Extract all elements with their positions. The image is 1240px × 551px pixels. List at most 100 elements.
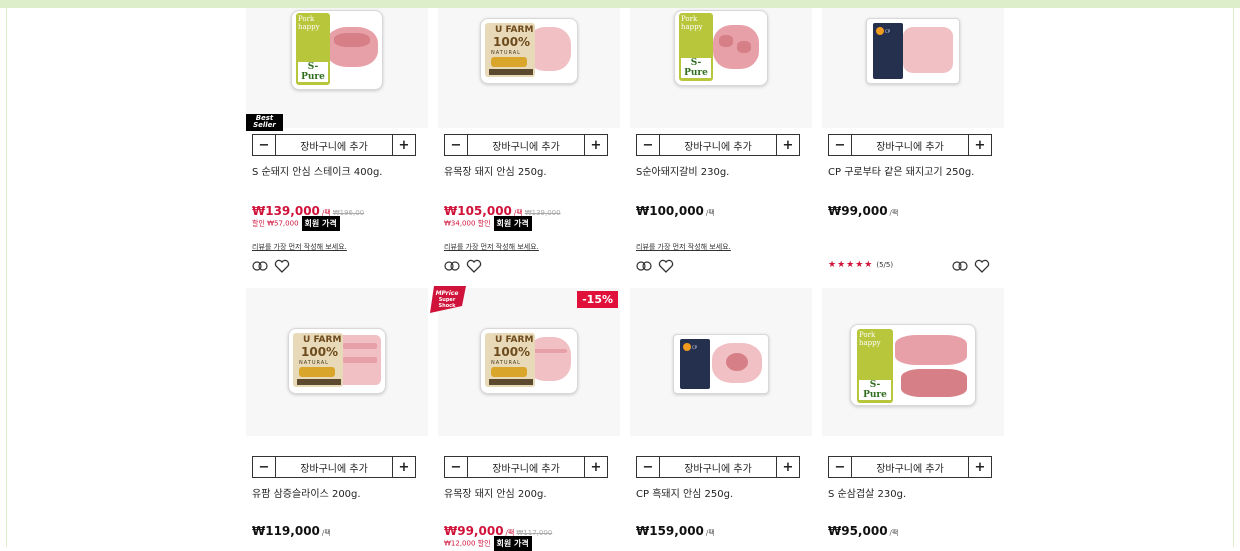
- product-image[interactable]: Pork happy S-Pure: [246, 8, 428, 128]
- quantity-minus-button[interactable]: −: [445, 135, 468, 155]
- mprice-super-shock-badge: MPrice Super Shock: [430, 286, 466, 313]
- add-to-cart-button[interactable]: 장바구니에 추가: [468, 135, 584, 155]
- quantity-plus-button[interactable]: +: [584, 135, 607, 155]
- product-name[interactable]: 유팜 삼증슬라이스 200g.: [252, 488, 422, 501]
- quantity-minus-button[interactable]: −: [253, 457, 276, 477]
- product-price: ₩159,000/팩: [636, 520, 715, 539]
- add-to-cart-button[interactable]: 장바구니에 추가: [276, 457, 392, 477]
- product-name[interactable]: 유목장 돼지 안심 250g.: [444, 166, 614, 179]
- price-value: ₩119,000: [252, 524, 320, 538]
- review-prompt-link[interactable]: 리뷰를 가장 먼저 작성해 보세요.: [444, 242, 539, 252]
- compare-icon[interactable]: [952, 259, 968, 273]
- product-price: ₩99,000/팩: [828, 200, 898, 219]
- product-price: ₩119,000/팩: [252, 520, 331, 539]
- member-price-badge: 회원 가격: [493, 536, 532, 551]
- heart-icon[interactable]: [974, 259, 990, 273]
- quantity-minus-button[interactable]: −: [637, 135, 660, 155]
- price-value: ₩99,000: [828, 204, 888, 218]
- package-brand-text: S-Pure: [298, 62, 328, 82]
- product-name[interactable]: 유목장 돼지 안심 200g.: [444, 488, 614, 501]
- review-prompt-link[interactable]: 리뷰를 가장 먼저 작성해 보세요.: [252, 242, 347, 252]
- add-to-cart-control[interactable]: − 장바구니에 추가 +: [828, 456, 992, 478]
- product-card[interactable]: Pork happy S-Pure Best Seller − 장바구니에 추가…: [246, 8, 428, 283]
- card-actions: [444, 258, 482, 274]
- package-label-text: NATURAL: [299, 360, 329, 366]
- price-unit: /팩: [705, 529, 715, 537]
- product-image[interactable]: Pork happy S-Pure: [822, 288, 1004, 436]
- heart-icon[interactable]: [658, 259, 674, 273]
- add-to-cart-button[interactable]: 장바구니에 추가: [852, 135, 968, 155]
- review-prompt-link[interactable]: 리뷰를 가장 먼저 작성해 보세요.: [636, 242, 731, 252]
- price-unit: /팩: [889, 529, 899, 537]
- product-name[interactable]: S 순삼겹살 230g.: [828, 488, 998, 501]
- product-card[interactable]: CP − 장바구니에 추가 + CP 구로부타 같은 돼지고기 250g. ₩9…: [822, 8, 1004, 283]
- product-image[interactable]: CP: [822, 8, 1004, 128]
- price-value: ₩95,000: [828, 524, 888, 538]
- quantity-minus-button[interactable]: −: [637, 457, 660, 477]
- add-to-cart-control[interactable]: − 장바구니에 추가 +: [636, 134, 800, 156]
- compare-icon[interactable]: [444, 259, 460, 273]
- quantity-plus-button[interactable]: +: [968, 457, 991, 477]
- heart-icon[interactable]: [274, 259, 290, 273]
- package-brand-text: S-Pure: [681, 58, 711, 78]
- package-label-text: Pork happy: [298, 15, 320, 31]
- product-price: ₩100,000/팩: [636, 200, 715, 219]
- product-image[interactable]: U FARM 100% NATURAL: [438, 8, 620, 128]
- discount-amount: ₩34,000 할인: [444, 219, 491, 228]
- compare-icon[interactable]: [252, 259, 268, 273]
- right-border: [1233, 0, 1234, 547]
- heart-icon[interactable]: [466, 259, 482, 273]
- package-label-text: 100%: [493, 345, 531, 359]
- best-seller-badge: Best Seller: [246, 114, 283, 131]
- quantity-plus-button[interactable]: +: [584, 457, 607, 477]
- product-image[interactable]: CP: [630, 288, 812, 436]
- product-card[interactable]: U FARM 100% NATURAL − 장바구니에 추가 + 유팜 삼증슬라…: [246, 288, 428, 548]
- compare-icon[interactable]: [636, 259, 652, 273]
- add-to-cart-button[interactable]: 장바구니에 추가: [660, 457, 776, 477]
- quantity-plus-button[interactable]: +: [392, 457, 415, 477]
- price-unit: /팩: [321, 529, 331, 537]
- left-border: [6, 0, 7, 547]
- add-to-cart-control[interactable]: − 장바구니에 추가 +: [252, 456, 416, 478]
- quantity-minus-button[interactable]: −: [253, 135, 276, 155]
- discount-amount: ₩12,000 할인: [444, 539, 491, 548]
- product-name[interactable]: CP 구로부타 같은 돼지고기 250g.: [828, 166, 998, 179]
- member-price-badge: 회원 가격: [493, 216, 532, 231]
- product-image[interactable]: U FARM 100% NATURAL: [246, 288, 428, 436]
- add-to-cart-button[interactable]: 장바구니에 추가: [660, 135, 776, 155]
- product-card[interactable]: CP − 장바구니에 추가 + CP 흑돼지 안심 250g. ₩159,000…: [630, 288, 812, 548]
- add-to-cart-button[interactable]: 장바구니에 추가: [468, 457, 584, 477]
- rating-score: (5/5): [876, 261, 894, 269]
- product-name[interactable]: CP 흑돼지 안심 250g.: [636, 488, 806, 501]
- product-card[interactable]: Pork happy S-Pure − 장바구니에 추가 + S 순삼겹살 23…: [822, 288, 1004, 548]
- quantity-minus-button[interactable]: −: [829, 135, 852, 155]
- add-to-cart-button[interactable]: 장바구니에 추가: [852, 457, 968, 477]
- add-to-cart-control[interactable]: − 장바구니에 추가 +: [444, 456, 608, 478]
- product-image[interactable]: Pork happy S-Pure: [630, 8, 812, 128]
- quantity-minus-button[interactable]: −: [445, 457, 468, 477]
- star-icons: ★★★★★: [828, 260, 874, 270]
- quantity-plus-button[interactable]: +: [392, 135, 415, 155]
- add-to-cart-button[interactable]: 장바구니에 추가: [276, 135, 392, 155]
- add-to-cart-control[interactable]: − 장바구니에 추가 +: [444, 134, 608, 156]
- product-name[interactable]: S 순돼지 안심 스테이크 400g.: [252, 166, 422, 179]
- quantity-plus-button[interactable]: +: [776, 135, 799, 155]
- add-to-cart-control[interactable]: − 장바구니에 추가 +: [828, 134, 992, 156]
- member-price-badge: 회원 가격: [301, 216, 340, 231]
- price-unit: /팩: [705, 209, 715, 217]
- package-label-text: NATURAL: [491, 50, 521, 56]
- package-label-text: Pork happy: [681, 15, 703, 31]
- package-brand-text: U FARM: [495, 335, 534, 345]
- package-brand-text: U FARM: [303, 335, 342, 345]
- discount-line: ₩12,000 할인 회원 가격: [444, 536, 532, 551]
- quantity-plus-button[interactable]: +: [776, 457, 799, 477]
- product-name[interactable]: S순아돼지갈비 230g.: [636, 166, 806, 179]
- svg-text:MPrice: MPrice: [436, 290, 459, 297]
- quantity-minus-button[interactable]: −: [829, 457, 852, 477]
- product-card[interactable]: Pork happy S-Pure − 장바구니에 추가 + S순아돼지갈비 2…: [630, 8, 812, 283]
- product-card[interactable]: U FARM 100% NATURAL − 장바구니에 추가 + 유목장 돼지 …: [438, 8, 620, 283]
- add-to-cart-control[interactable]: − 장바구니에 추가 +: [252, 134, 416, 156]
- product-card[interactable]: U FARM 100% NATURAL MPrice Super Shock -…: [430, 286, 620, 551]
- add-to-cart-control[interactable]: − 장바구니에 추가 +: [636, 456, 800, 478]
- quantity-plus-button[interactable]: +: [968, 135, 991, 155]
